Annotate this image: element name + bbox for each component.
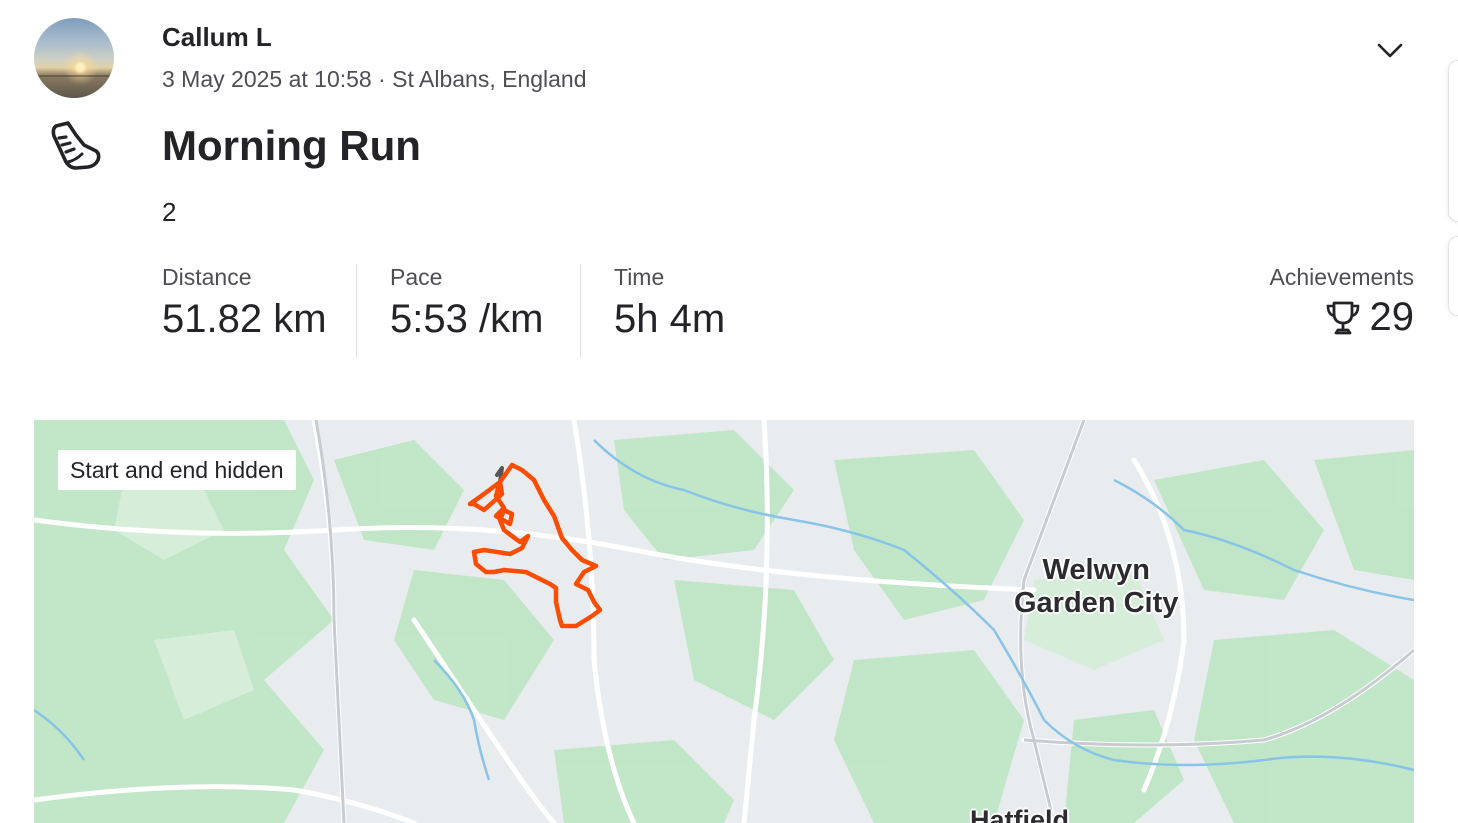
activity-description: 2 — [162, 197, 177, 227]
stat-time-value: 5h 4m — [614, 297, 726, 341]
place-label-line: Garden City — [1014, 587, 1179, 619]
activity-date-location: 3 May 2025 at 10:58 · St Albans, England — [162, 66, 587, 92]
side-panel-card[interactable] — [1448, 60, 1458, 222]
stat-divider — [580, 264, 581, 358]
stat-time: Time 5h 4m — [614, 264, 725, 342]
route-map[interactable]: Start and end hidden Welwyn Garden City … — [34, 420, 1414, 823]
athlete-avatar[interactable] — [34, 18, 114, 98]
stat-pace-label: Pace — [390, 264, 443, 290]
activity-title: Morning Run — [162, 122, 421, 169]
stat-divider — [356, 264, 357, 358]
stat-distance-label: Distance — [162, 264, 252, 290]
chevron-down-icon[interactable] — [1374, 36, 1406, 64]
stat-distance: Distance 51.82 km — [162, 264, 327, 342]
achievements-label: Achievements — [1269, 264, 1414, 290]
achievements-count: 29 — [1369, 295, 1415, 339]
trophy-icon — [1326, 301, 1359, 334]
place-label: Hatfield — [970, 805, 1070, 823]
athlete-name[interactable]: Callum L — [162, 22, 272, 53]
running-shoe-icon — [51, 121, 101, 170]
stat-time-label: Time — [614, 264, 665, 290]
place-label: Welwyn Garden City — [1014, 554, 1178, 620]
place-label-line: Welwyn — [1042, 554, 1150, 586]
stat-pace: Pace 5:53 /km — [390, 264, 543, 342]
stat-distance-value: 51.82 km — [162, 297, 327, 341]
avatar-horizon — [34, 75, 114, 77]
side-panel-card[interactable] — [1448, 236, 1458, 316]
achievements[interactable]: Achievements 29 — [1270, 264, 1414, 340]
privacy-badge: Start and end hidden — [58, 450, 296, 490]
stat-pace-value: 5:53 /km — [390, 297, 544, 341]
